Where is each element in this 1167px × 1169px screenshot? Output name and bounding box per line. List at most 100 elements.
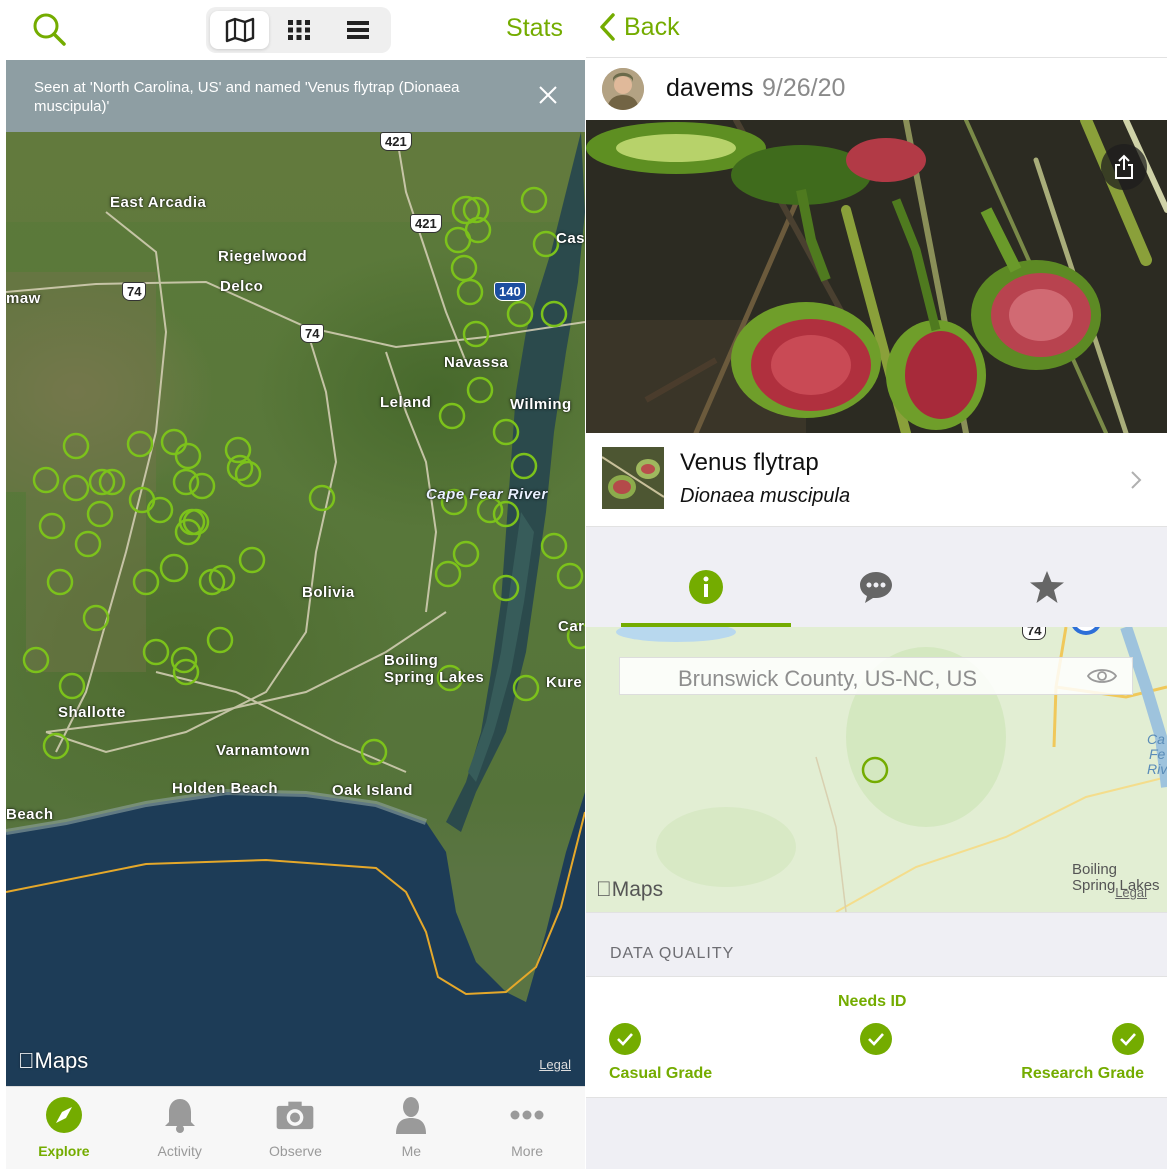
map-label: Navassa bbox=[444, 354, 509, 371]
observation-marker bbox=[434, 560, 462, 588]
observation-date: 9/26/20 bbox=[762, 74, 846, 102]
observation-marker bbox=[466, 376, 494, 404]
data-quality-title: DATA QUALITY bbox=[610, 945, 735, 962]
filter-banner-text: Seen at 'North Carolina, US' and named '… bbox=[34, 79, 460, 115]
data-quality-scale: Needs ID Casual Grade Research Grade bbox=[586, 976, 1167, 1098]
explore-map[interactable]: East Arcadia Riegelwood Delco maw Navass… bbox=[6, 132, 585, 1086]
stats-button[interactable]: Stats bbox=[506, 14, 563, 43]
observation-marker bbox=[462, 320, 490, 348]
location-text: Brunswick County, US-NC, US bbox=[678, 666, 978, 691]
back-button[interactable]: Back bbox=[598, 10, 680, 44]
tab-explore[interactable]: Explore bbox=[6, 1087, 122, 1169]
observation-marker bbox=[146, 496, 174, 524]
compass-icon bbox=[44, 1095, 84, 1135]
view-mode-map[interactable] bbox=[210, 11, 269, 49]
info-icon bbox=[689, 570, 724, 604]
observation-marker bbox=[38, 512, 66, 540]
share-icon bbox=[1115, 154, 1133, 179]
chevron-left-icon bbox=[600, 13, 615, 41]
search-icon bbox=[33, 13, 66, 46]
section-spacer bbox=[586, 527, 1167, 547]
map-label: Leland bbox=[380, 394, 432, 411]
observation-marker bbox=[32, 466, 60, 494]
observation-marker bbox=[450, 254, 478, 282]
observer-username[interactable]: davems bbox=[666, 74, 754, 103]
observation-marker bbox=[206, 626, 234, 654]
observation-markers bbox=[22, 186, 585, 766]
map-label: Boiling bbox=[1072, 861, 1118, 878]
observation-marker bbox=[62, 474, 90, 502]
bottom-spacer bbox=[586, 1098, 1167, 1169]
observation-marker bbox=[456, 278, 484, 306]
comment-icon bbox=[860, 572, 893, 603]
search-button[interactable] bbox=[30, 10, 70, 50]
observation-marker bbox=[360, 738, 388, 766]
observation-marker bbox=[142, 638, 170, 666]
map-label: Shallotte bbox=[58, 704, 126, 721]
observation-marker bbox=[128, 486, 156, 514]
close-banner-button[interactable] bbox=[537, 84, 559, 106]
observation-marker bbox=[234, 460, 262, 488]
research-grade-label: Research Grade bbox=[1021, 1065, 1144, 1082]
route-shield: 421 bbox=[410, 214, 442, 233]
chevron-right-icon bbox=[1131, 471, 1142, 489]
map-label: Wilming bbox=[510, 396, 572, 413]
observation-marker bbox=[438, 402, 466, 430]
view-mode-list[interactable] bbox=[328, 11, 387, 49]
route-shield: 74 bbox=[300, 324, 325, 343]
observation-marker bbox=[556, 562, 584, 590]
observation-map[interactable]: 74 Brunswick County, US-NC, US Ca Fe Riv… bbox=[586, 627, 1167, 912]
detail-tabs bbox=[586, 547, 1167, 627]
observation-marker bbox=[132, 568, 160, 596]
share-button[interactable] bbox=[1101, 144, 1147, 190]
needs-id-label: Needs ID bbox=[838, 993, 907, 1010]
map-label: Cas bbox=[556, 230, 585, 247]
view-mode-grid[interactable] bbox=[269, 11, 328, 49]
taxon-thumbnail bbox=[602, 447, 664, 509]
more-icon bbox=[507, 1095, 547, 1135]
observation-marker bbox=[42, 732, 70, 760]
view-mode-switcher bbox=[206, 7, 391, 53]
explore-screen: Stats Seen at 'North Carolina, US' and n… bbox=[6, 0, 585, 1169]
observation-marker bbox=[540, 300, 568, 328]
map-label: Varnamtown bbox=[216, 742, 311, 759]
apple-maps-logo: Maps bbox=[596, 878, 663, 901]
route-shield: 74 bbox=[1022, 627, 1047, 640]
tab-bar: Explore Activity Observe Me More bbox=[6, 1086, 585, 1169]
tab-favorites[interactable] bbox=[962, 547, 1132, 627]
tab-info[interactable] bbox=[621, 547, 792, 627]
bell-icon bbox=[160, 1095, 200, 1135]
map-label: Kure bbox=[546, 674, 583, 691]
apple-maps-logo: Maps bbox=[18, 1048, 88, 1073]
observation-marker bbox=[174, 442, 202, 470]
observation-photo[interactable] bbox=[586, 120, 1167, 433]
observation-marker bbox=[226, 454, 254, 482]
observation-marker bbox=[492, 500, 520, 528]
avatar[interactable] bbox=[602, 68, 644, 110]
observation-marker bbox=[452, 540, 480, 568]
map-label: maw bbox=[6, 290, 41, 307]
map-label: Fe bbox=[1149, 746, 1166, 762]
tab-more[interactable]: More bbox=[469, 1087, 585, 1169]
tab-me[interactable]: Me bbox=[353, 1087, 469, 1169]
observation-marker bbox=[492, 574, 520, 602]
observation-marker bbox=[62, 432, 90, 460]
map-label: East Arcadia bbox=[110, 194, 207, 211]
map-label: Beach bbox=[6, 806, 54, 823]
tab-observe[interactable]: Observe bbox=[238, 1087, 354, 1169]
observation-marker bbox=[444, 226, 472, 254]
map-label: Car bbox=[558, 618, 585, 635]
observation-marker bbox=[159, 553, 189, 583]
explore-header: Stats bbox=[6, 0, 585, 60]
observation-marker bbox=[160, 428, 188, 456]
eye-icon[interactable] bbox=[1086, 665, 1118, 687]
tab-comments[interactable] bbox=[791, 547, 961, 627]
observation-marker bbox=[58, 672, 86, 700]
taxon-row[interactable]: Venus flytrap Dionaea muscipula bbox=[586, 433, 1167, 527]
map-legal-link[interactable]: Legal bbox=[539, 1057, 571, 1072]
map-legal-link[interactable]: Legal bbox=[1115, 885, 1147, 900]
camera-icon bbox=[275, 1095, 315, 1135]
tab-activity[interactable]: Activity bbox=[122, 1087, 238, 1169]
map-label: Ca bbox=[1147, 731, 1165, 747]
route-shield: 421 bbox=[380, 132, 412, 151]
